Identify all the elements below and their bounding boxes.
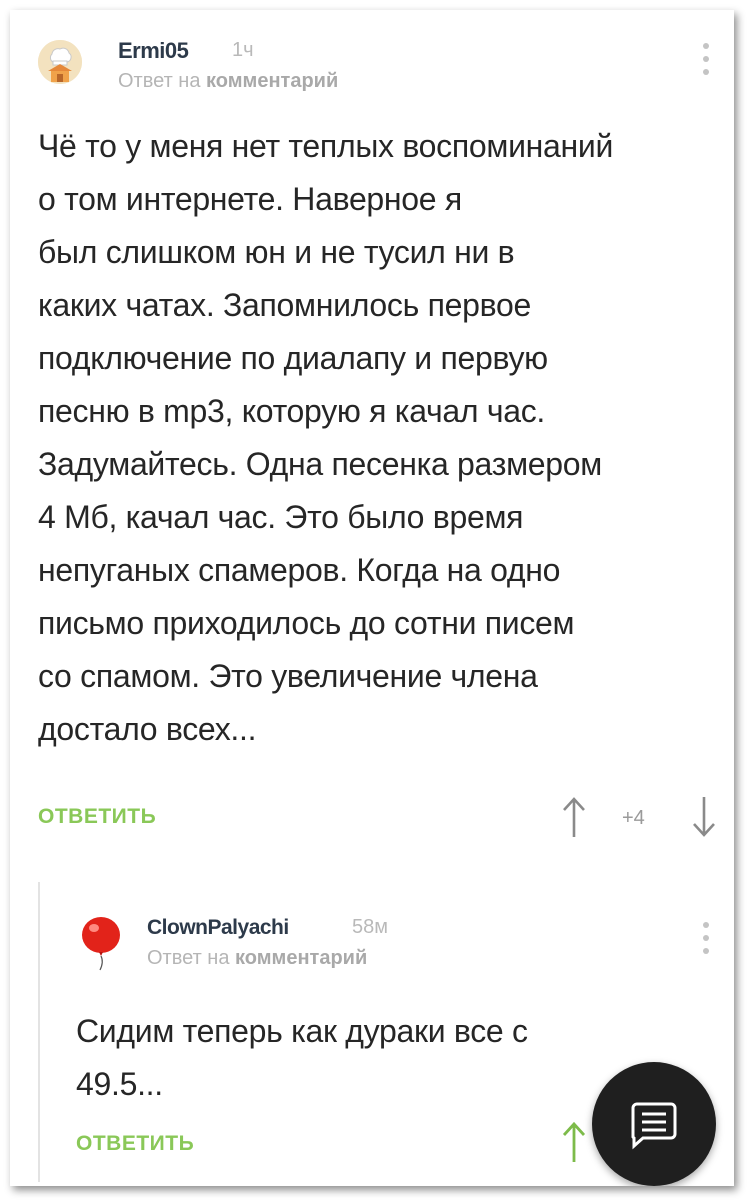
comment-text-line: Сидим теперь как дураки все с <box>76 1013 528 1049</box>
comment-text-line: песню в mp3, которую я качал час. <box>38 393 545 429</box>
comment-text-line: был слишком юн и не тусил ни в <box>38 234 515 270</box>
comment-author[interactable]: Ermi05 <box>118 38 189 64</box>
comment-text-line: Задумайтесь. Одна песенка размером <box>38 446 602 482</box>
comment-text-line: Чё то у меня нет теплых воспоминаний <box>38 128 614 164</box>
chef-house-avatar-icon <box>38 40 82 84</box>
reply-to-label[interactable]: Ответ на комментарий <box>147 947 367 970</box>
reply-button[interactable]: ОТВЕТИТЬ <box>76 1132 194 1156</box>
comment-text-line: письмо приходилось до сотни писем <box>38 605 575 641</box>
red-balloon-avatar-icon[interactable] <box>76 915 126 976</box>
comment-text: Чё то у меня нет теплых воспоминаний о то… <box>38 120 728 756</box>
comment-author[interactable]: ClownPalyachi <box>147 916 289 940</box>
comment-text-line: подключение по диалапу и первую <box>38 340 548 376</box>
comment-fab-button[interactable] <box>592 1062 716 1186</box>
comment: Ermi05 1ч Ответ на комментарий Чё то у м… <box>10 10 734 860</box>
comment-time: 1ч <box>232 39 254 61</box>
comment-text-line: со спамом. Это увеличение члена <box>38 658 538 694</box>
comment-text-line: достало всех... <box>38 711 257 747</box>
comment-text-line: каких чатах. Запомнилось первое <box>38 287 531 323</box>
comment-text-line: непуганых спамеров. Когда на одно <box>38 552 561 588</box>
comment-rating: +4 <box>622 807 645 829</box>
comment-text-line: 49.5... <box>76 1066 163 1102</box>
kebab-menu-icon[interactable] <box>696 43 716 83</box>
comments-panel: Ermi05 1ч Ответ на комментарий Чё то у м… <box>10 10 734 1186</box>
reply-button[interactable]: ОТВЕТИТЬ <box>38 805 156 829</box>
kebab-menu-icon[interactable] <box>696 922 716 962</box>
reply-to-label[interactable]: Ответ на комментарий <box>118 70 338 93</box>
thread-line <box>38 882 40 1182</box>
reply-to-prefix: Ответ на <box>147 947 230 969</box>
comment-icon <box>631 1102 677 1150</box>
reply-to-prefix: Ответ на <box>118 70 201 92</box>
arrow-up-icon[interactable] <box>561 1120 587 1169</box>
arrow-up-icon[interactable] <box>561 795 587 844</box>
comment-time: 58м <box>352 916 388 938</box>
comment-text-line: 4 Мб, качал час. Это было время <box>38 499 524 535</box>
reply-to-target[interactable]: комментарий <box>235 947 367 969</box>
arrow-down-icon[interactable] <box>691 795 717 844</box>
comment-text-line: о том интернете. Наверное я <box>38 181 462 217</box>
reply-to-target[interactable]: комментарий <box>206 70 338 92</box>
user-avatar[interactable] <box>38 40 82 84</box>
comment-text: Сидим теперь как дураки все с 49.5... <box>76 1005 676 1111</box>
